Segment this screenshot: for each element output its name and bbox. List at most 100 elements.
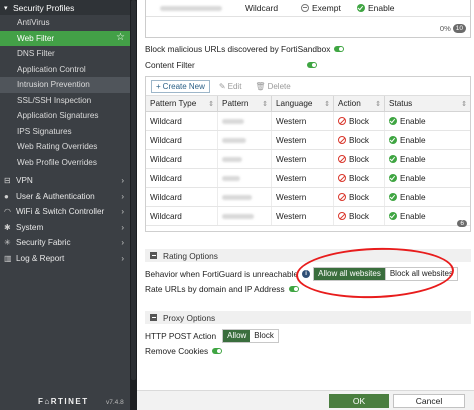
http-post-action-option: HTTP POST Action Allow Block (145, 329, 279, 343)
status-cell: Enable (368, 3, 395, 13)
sort-icon: ⇕ (375, 100, 381, 108)
blurred-url (160, 6, 222, 11)
exempt-icon (301, 4, 309, 12)
wifi-icon: ◠ (4, 207, 11, 217)
sidebar-section-security-profiles[interactable]: ▾ Security Profiles (0, 0, 130, 15)
ok-button[interactable]: OK (329, 394, 389, 408)
edit-button[interactable]: ✎ Edit (214, 80, 247, 93)
remove-cookies-option: Remove Cookies (145, 346, 223, 356)
main-panel: Wildcard Exempt Enable 0% 10 Block malic… (137, 0, 474, 410)
table-header: Pattern Type ⇕ Pattern ⇕ Language ⇕ Action ⇕… (146, 96, 470, 112)
table-toolbar: + Create New ✎ Edit 🗑 Delete (146, 77, 470, 96)
delete-button[interactable]: 🗑 Delete (250, 80, 295, 93)
table-row[interactable]: Wildcard Western Block Enable (146, 150, 470, 169)
sidebar-item-system[interactable]: ✱ System › (0, 220, 130, 236)
pattern-type-cell: Wildcard (245, 3, 279, 13)
enable-icon (389, 174, 397, 182)
sidebar-item-antivirus[interactable]: AntiVirus (0, 15, 130, 31)
block-icon (338, 212, 346, 220)
action-cell: Exempt (312, 3, 341, 13)
chevron-right-icon: › (121, 222, 124, 232)
block-icon (338, 155, 346, 163)
content-filter-toggle[interactable] (306, 62, 317, 68)
blurred-pattern (222, 156, 242, 162)
content-filter-table: + Create New ✎ Edit 🗑 Delete Pattern Type ⇕ … (145, 76, 471, 232)
sidebar-item-ips-signatures[interactable]: IPS Signatures (0, 124, 130, 140)
plus-icon: + (156, 81, 161, 91)
sidebar-item-wifi-switch[interactable]: ◠ WiFi & Switch Controller › (0, 204, 130, 220)
sidebar-item-web-filter[interactable]: Web Filter ☆ (0, 30, 130, 46)
chevron-right-icon: › (121, 238, 124, 248)
sidebar-item-security-fabric[interactable]: ✳ Security Fabric › (0, 235, 130, 251)
dialog-footer: OK Cancel (137, 390, 474, 410)
sidebar-scrollbar[interactable] (130, 0, 137, 410)
sidebar-item-application-control[interactable]: Application Control (0, 62, 130, 78)
table-row[interactable]: Wildcard Western Block Enable (146, 207, 470, 226)
sidebar-item-log-report[interactable]: ▥ Log & Report › (0, 251, 130, 267)
allow-all-websites-option[interactable]: Allow all websites (314, 268, 385, 280)
collapse-icon (150, 314, 157, 321)
table-row[interactable]: Wildcard Western Block Enable (146, 188, 470, 207)
rate-urls-toggle[interactable] (288, 286, 299, 292)
block-icon (338, 136, 346, 144)
table-row[interactable]: Wildcard Western Block Enable (146, 169, 470, 188)
chevron-right-icon: › (121, 207, 124, 217)
sidebar-section-label: Security Profiles (13, 2, 75, 13)
chart-icon: ▥ (4, 253, 12, 263)
static-url-table: Wildcard Exempt Enable 0% 10 (145, 0, 471, 38)
col-action[interactable]: Action ⇕ (334, 96, 385, 111)
enable-icon (389, 193, 397, 201)
fortinet-logo: F⌂RTINET (38, 397, 89, 406)
col-language[interactable]: Language ⇕ (272, 96, 334, 111)
block-option[interactable]: Block (250, 330, 278, 342)
sort-icon: ⇕ (324, 100, 330, 108)
sort-icon: ⇕ (208, 100, 214, 108)
col-pattern-type[interactable]: Pattern Type ⇕ (146, 96, 218, 111)
version-label: v7.4.8 (106, 399, 124, 406)
blurred-pattern (222, 137, 246, 143)
sidebar-item-dns-filter[interactable]: DNS Filter (0, 46, 130, 62)
table-row[interactable]: Wildcard Exempt Enable (146, 0, 470, 17)
table-row[interactable]: Wildcard Western Block Enable (146, 131, 470, 150)
sidebar-item-web-rating-overrides[interactable]: Web Rating Overrides (0, 139, 130, 155)
sort-icon: ⇕ (262, 100, 268, 108)
enable-icon (389, 212, 397, 220)
sidebar-item-ssl-ssh-inspection[interactable]: SSL/SSH Inspection (0, 93, 130, 109)
gear-icon: ✱ (4, 222, 11, 232)
rating-options-header[interactable]: Rating Options (145, 249, 471, 262)
create-new-button[interactable]: + Create New (151, 79, 210, 93)
block-icon (338, 193, 346, 201)
sidebar-item-web-profile-overrides[interactable]: Web Profile Overrides (0, 155, 130, 171)
fortiguard-behavior-selector: Allow all websites Block all websites (313, 267, 458, 281)
enable-icon (357, 4, 365, 12)
pencil-icon: ✎ (218, 81, 226, 91)
sidebar-item-vpn[interactable]: ⊟ VPN › (0, 173, 130, 189)
scrollbar-thumb[interactable] (131, 0, 136, 380)
http-post-action-selector: Allow Block (222, 329, 279, 343)
proxy-options-header[interactable]: Proxy Options (145, 311, 471, 324)
block-icon (338, 117, 346, 125)
blurred-pattern (222, 194, 252, 200)
sidebar-item-intrusion-prevention[interactable]: Intrusion Prevention (0, 77, 130, 93)
block-malicious-toggle[interactable] (334, 46, 345, 52)
table-count: 0% 10 (440, 24, 466, 33)
info-icon[interactable]: i (302, 270, 311, 278)
block-malicious-option: Block malicious URLs discovered by Forti… (145, 44, 345, 54)
cancel-button[interactable]: Cancel (393, 394, 465, 408)
table-row[interactable]: Wildcard Western Block Enable (146, 112, 470, 131)
count-badge: 6 (457, 220, 467, 227)
col-status[interactable]: Status ⇕ (385, 96, 470, 111)
allow-option[interactable]: Allow (223, 330, 251, 342)
enable-icon (389, 117, 397, 125)
fabric-icon: ✳ (4, 238, 11, 248)
col-pattern[interactable]: Pattern ⇕ (218, 96, 272, 111)
enable-icon (389, 155, 397, 163)
chevron-right-icon: › (121, 191, 124, 201)
sidebar-item-application-signatures[interactable]: Application Signatures (0, 108, 130, 124)
block-all-websites-option[interactable]: Block all websites (384, 268, 457, 280)
remove-cookies-toggle[interactable] (212, 348, 223, 354)
sort-icon: ⇕ (461, 100, 467, 108)
blurred-pattern (222, 118, 244, 124)
star-icon[interactable]: ☆ (116, 32, 125, 43)
sidebar-item-user-authentication[interactable]: ● User & Authentication › (0, 189, 130, 205)
